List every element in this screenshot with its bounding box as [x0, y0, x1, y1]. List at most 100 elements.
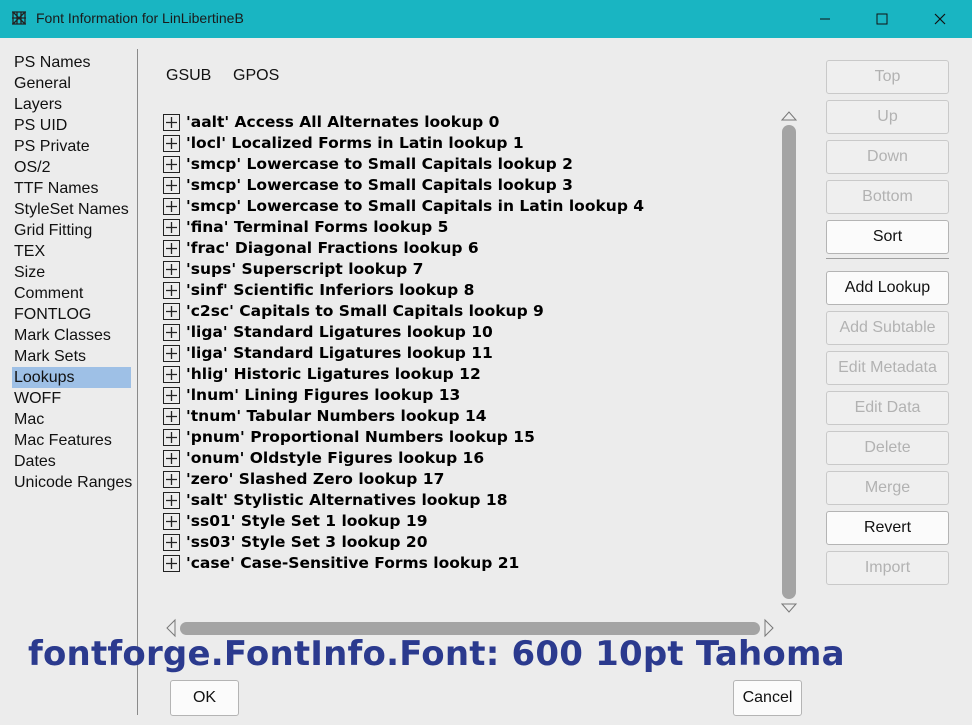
sidebar-item-layers[interactable]: Layers: [12, 94, 131, 115]
lookup-label: 'sinf' Scientific Inferiors lookup 8: [186, 281, 475, 299]
sidebar-divider: [137, 49, 138, 715]
sidebar-item-ps-uid[interactable]: PS UID: [12, 115, 131, 136]
lookup-row[interactable]: 'hlig' Historic Ligatures lookup 12: [163, 364, 773, 385]
add-lookup-button[interactable]: Add Lookup: [826, 271, 949, 305]
sidebar-item-mark-classes[interactable]: Mark Classes: [12, 325, 131, 346]
lookup-row[interactable]: 'liga' Standard Ligatures lookup 10: [163, 322, 773, 343]
lookup-label: 'aalt' Access All Alternates lookup 0: [186, 113, 500, 131]
sidebar-item-unicode-ranges[interactable]: Unicode Ranges: [12, 472, 132, 493]
expand-plus-icon[interactable]: [163, 345, 180, 362]
sidebar-item-grid-fitting[interactable]: Grid Fitting: [12, 220, 131, 241]
lookup-label: 'smcp' Lowercase to Small Capitals looku…: [186, 155, 573, 173]
expand-plus-icon[interactable]: [163, 198, 180, 215]
delete-button[interactable]: Delete: [826, 431, 949, 465]
vertical-scrollbar[interactable]: [779, 108, 799, 616]
sidebar-item-mac-features[interactable]: Mac Features: [12, 430, 131, 451]
lookup-label: 'smcp' Lowercase to Small Capitals in La…: [186, 197, 645, 215]
import-button[interactable]: Import: [826, 551, 949, 585]
expand-plus-icon[interactable]: [163, 261, 180, 278]
expand-plus-icon[interactable]: [163, 387, 180, 404]
expand-plus-icon[interactable]: [163, 513, 180, 530]
title-bar: Font Information for LinLibertineB: [0, 0, 972, 38]
lookup-row[interactable]: 'c2sc' Capitals to Small Capitals lookup…: [163, 301, 773, 322]
tab-gsub[interactable]: GSUB: [166, 67, 211, 85]
lookup-row[interactable]: 'ss01' Style Set 1 lookup 19: [163, 511, 773, 532]
expand-plus-icon[interactable]: [163, 408, 180, 425]
lookup-row[interactable]: 'smcp' Lowercase to Small Capitals looku…: [163, 175, 773, 196]
edit-metadata-button[interactable]: Edit Metadata: [826, 351, 949, 385]
expand-plus-icon[interactable]: [163, 303, 180, 320]
lookup-row[interactable]: 'smcp' Lowercase to Small Capitals looku…: [163, 154, 773, 175]
lookup-row[interactable]: 'lnum' Lining Figures lookup 13: [163, 385, 773, 406]
lookup-row[interactable]: 'frac' Diagonal Fractions lookup 6: [163, 238, 773, 259]
expand-plus-icon[interactable]: [163, 492, 180, 509]
expand-plus-icon[interactable]: [163, 156, 180, 173]
lookup-row[interactable]: 'tnum' Tabular Numbers lookup 14: [163, 406, 773, 427]
edit-data-button[interactable]: Edit Data: [826, 391, 949, 425]
sidebar-item-styleset-names[interactable]: StyleSet Names: [12, 199, 131, 220]
lookup-row[interactable]: 'smcp' Lowercase to Small Capitals in La…: [163, 196, 773, 217]
expand-plus-icon[interactable]: [163, 324, 180, 341]
sort-button[interactable]: Sort: [826, 220, 949, 254]
lookup-row[interactable]: 'case' Case-Sensitive Forms lookup 21: [163, 553, 773, 574]
lookup-row[interactable]: 'pnum' Proportional Numbers lookup 15: [163, 427, 773, 448]
lookup-row[interactable]: 'salt' Stylistic Alternatives lookup 18: [163, 490, 773, 511]
lookup-row[interactable]: 'liga' Standard Ligatures lookup 11: [163, 343, 773, 364]
sidebar-item-ps-private[interactable]: PS Private: [12, 136, 131, 157]
cancel-button[interactable]: Cancel: [733, 680, 802, 716]
expand-plus-icon[interactable]: [163, 366, 180, 383]
lookup-row[interactable]: 'zero' Slashed Zero lookup 17: [163, 469, 773, 490]
expand-plus-icon[interactable]: [163, 429, 180, 446]
expand-plus-icon[interactable]: [163, 240, 180, 257]
vertical-scroll-thumb: [782, 125, 796, 599]
ok-button[interactable]: OK: [170, 680, 239, 716]
window-title: Font Information for LinLibertineB: [36, 10, 244, 26]
expand-plus-icon[interactable]: [163, 471, 180, 488]
sidebar-item-dates[interactable]: Dates: [12, 451, 131, 472]
down-button[interactable]: Down: [826, 140, 949, 174]
expand-plus-icon[interactable]: [163, 450, 180, 467]
lookup-label: 'lnum' Lining Figures lookup 13: [186, 386, 461, 404]
sidebar-item-ttf-names[interactable]: TTF Names: [12, 178, 131, 199]
sidebar-item-comment[interactable]: Comment: [12, 283, 131, 304]
tab-gpos[interactable]: GPOS: [233, 67, 279, 85]
maximize-icon: [876, 13, 888, 25]
expand-plus-icon[interactable]: [163, 114, 180, 131]
lookup-label: 'pnum' Proportional Numbers lookup 15: [186, 428, 535, 446]
scroll-down-arrow-icon: [780, 603, 798, 613]
merge-button[interactable]: Merge: [826, 471, 949, 505]
expand-plus-icon[interactable]: [163, 555, 180, 572]
lookup-label: 'case' Case-Sensitive Forms lookup 21: [186, 554, 520, 572]
sidebar-item-tex[interactable]: TEX: [12, 241, 131, 262]
revert-button[interactable]: Revert: [826, 511, 949, 545]
lookup-row[interactable]: 'locl' Localized Forms in Latin lookup 1: [163, 133, 773, 154]
lookup-row[interactable]: 'onum' Oldstyle Figures lookup 16: [163, 448, 773, 469]
sidebar-item-os2[interactable]: OS/2: [12, 157, 131, 178]
add-subtable-button[interactable]: Add Subtable: [826, 311, 949, 345]
lookup-row[interactable]: 'fina' Terminal Forms lookup 5: [163, 217, 773, 238]
lookup-row[interactable]: 'ss03' Style Set 3 lookup 20: [163, 532, 773, 553]
top-button[interactable]: Top: [826, 60, 949, 94]
expand-plus-icon[interactable]: [163, 534, 180, 551]
lookup-row[interactable]: 'sinf' Scientific Inferiors lookup 8: [163, 280, 773, 301]
expand-plus-icon[interactable]: [163, 135, 180, 152]
sidebar-item-woff[interactable]: WOFF: [12, 388, 131, 409]
lookup-row[interactable]: 'aalt' Access All Alternates lookup 0: [163, 112, 773, 133]
minimize-button[interactable]: [796, 0, 854, 38]
sidebar-item-ps-names[interactable]: PS Names: [12, 52, 131, 73]
sidebar-item-size[interactable]: Size: [12, 262, 131, 283]
sidebar-item-mac[interactable]: Mac: [12, 409, 131, 430]
sidebar-item-mark-sets[interactable]: Mark Sets: [12, 346, 131, 367]
sidebar-item-general[interactable]: General: [12, 73, 131, 94]
bottom-button[interactable]: Bottom: [826, 180, 949, 214]
sidebar-item-fontlog[interactable]: FONTLOG: [12, 304, 131, 325]
expand-plus-icon[interactable]: [163, 282, 180, 299]
lookup-label: 'ss01' Style Set 1 lookup 19: [186, 512, 428, 530]
close-button[interactable]: [911, 0, 969, 38]
expand-plus-icon[interactable]: [163, 219, 180, 236]
expand-plus-icon[interactable]: [163, 177, 180, 194]
lookup-row[interactable]: 'sups' Superscript lookup 7: [163, 259, 773, 280]
maximize-button[interactable]: [853, 0, 911, 38]
up-button[interactable]: Up: [826, 100, 949, 134]
sidebar-item-lookups[interactable]: Lookups: [12, 367, 131, 388]
